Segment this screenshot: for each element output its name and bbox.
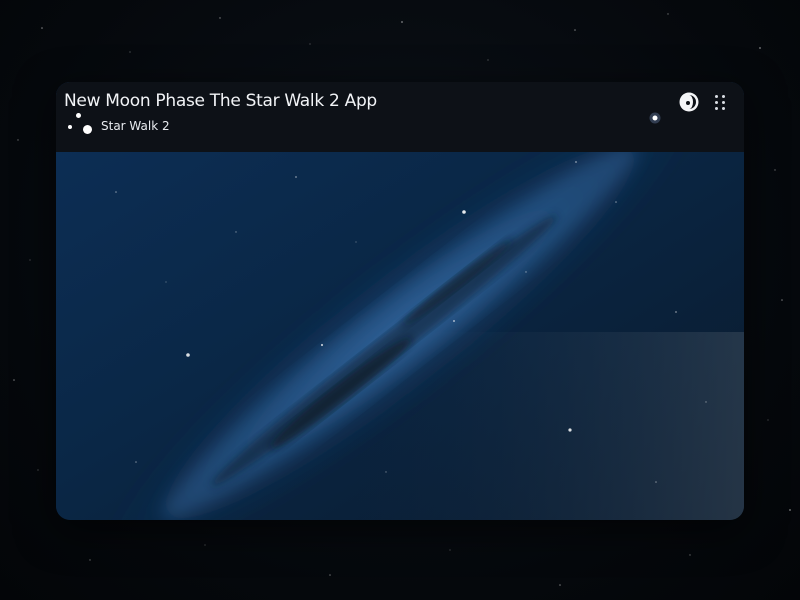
page-title: New Moon Phase The Star Walk 2 App xyxy=(64,91,377,111)
page: New Moon Phase The Star Walk 2 App Star … xyxy=(0,0,800,600)
hero-image-card: New Moon Phase The Star Walk 2 App Star … xyxy=(56,82,744,520)
moon-phase-icon[interactable] xyxy=(679,92,699,112)
bright-star-icon xyxy=(649,112,661,124)
app-name: Star Walk 2 xyxy=(101,119,170,133)
header-bar: New Moon Phase The Star Walk 2 App Star … xyxy=(56,82,744,152)
star-walk-logo-icon xyxy=(66,112,96,136)
grid-menu-icon[interactable] xyxy=(714,94,728,110)
